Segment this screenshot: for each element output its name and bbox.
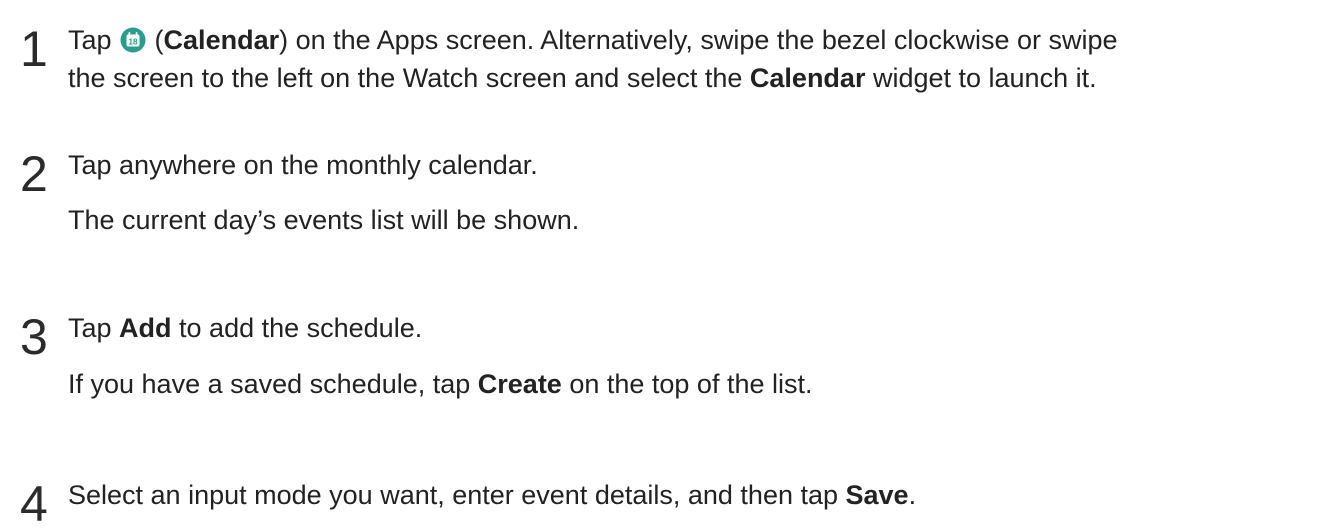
svg-text:18: 18	[129, 38, 138, 47]
text-run: widget to launch it.	[865, 63, 1097, 93]
text-run: The current day’s events list will be sh…	[68, 205, 580, 235]
bold-term: Create	[477, 369, 562, 399]
bold-term: Save	[845, 480, 909, 510]
step-4-line-1: Select an input mode you want, enter eve…	[68, 477, 916, 513]
step-2-line-1: Tap anywhere on the monthly calendar.	[68, 147, 538, 183]
step-1-line-1: Tap 18 (Calendar) on the Apps screen. Al…	[68, 22, 1118, 58]
calendar-app-icon: 18	[120, 27, 146, 53]
step-2-line-2: The current day’s events list will be sh…	[68, 202, 579, 238]
step-number: 2	[20, 146, 48, 202]
step-number: 1	[20, 21, 48, 77]
bold-term: Calendar	[749, 63, 866, 93]
step-3-line-2: If you have a saved schedule, tap Create…	[68, 366, 813, 402]
text-run: the screen to the left on the Watch scre…	[68, 63, 750, 93]
text-run: on the top of the list.	[561, 369, 813, 399]
step-number: 4	[20, 476, 48, 532]
step-number: 3	[20, 309, 48, 365]
text-run: ) on the Apps screen. Alternatively, swi…	[279, 25, 1118, 55]
step-3-line-1: Tap Add to add the schedule.	[68, 310, 422, 346]
text-run: to add the schedule.	[171, 313, 423, 343]
text-run: If you have a saved schedule, tap	[68, 369, 478, 399]
bold-term: Calendar	[163, 25, 280, 55]
instruction-page: 1 Tap 18 (Calendar) on the Apps screen. …	[0, 0, 1333, 529]
text-run: (	[147, 25, 164, 55]
text-run: .	[908, 480, 917, 510]
step-1-line-2: the screen to the left on the Watch scre…	[68, 60, 1097, 96]
text-run: Tap anywhere on the monthly calendar.	[68, 150, 538, 180]
text-run: Select an input mode you want, enter eve…	[68, 480, 846, 510]
text-run: Tap	[68, 25, 120, 55]
text-run: Tap	[68, 313, 120, 343]
bold-term: Add	[119, 313, 172, 343]
